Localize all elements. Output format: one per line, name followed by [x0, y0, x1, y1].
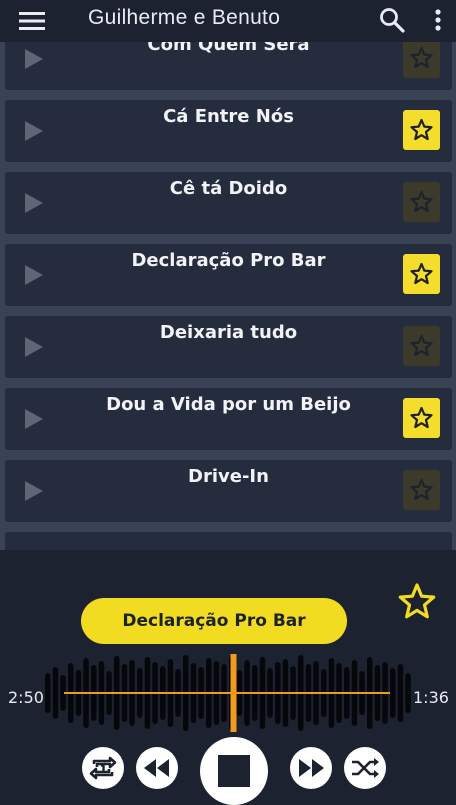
waveform-bar: [405, 673, 411, 713]
app-bar: Guilherme e Benuto: [0, 0, 456, 42]
song-row[interactable]: Deixaria tudo: [5, 316, 452, 378]
play-icon[interactable]: [25, 481, 43, 501]
favorite-toggle[interactable]: [403, 42, 440, 78]
song-row[interactable]: Dou a Vida por um Beijo: [5, 388, 452, 450]
elapsed-time: 2:50: [8, 688, 44, 707]
song-list[interactable]: Com Quem Sera Cá Entre Nós Cê tá Doido Decl…: [0, 42, 456, 550]
favorite-toggle[interactable]: [403, 110, 440, 150]
song-row[interactable]: Com Quem Sera: [5, 42, 452, 90]
stop-icon: [218, 755, 250, 787]
song-row[interactable]: Declaração Pro Bar: [5, 244, 452, 306]
favorite-toggle[interactable]: [403, 182, 440, 222]
song-title: Cá Entre Nós: [163, 106, 294, 127]
song-row[interactable]: Cê tá Doido: [5, 172, 452, 234]
waveform-bar: [45, 673, 51, 713]
play-icon[interactable]: [25, 121, 43, 141]
rewind-icon: [144, 759, 169, 777]
favorite-toggle[interactable]: [403, 470, 440, 510]
play-icon[interactable]: [25, 193, 43, 213]
song-title: Drive-In: [188, 466, 269, 487]
favorite-toggle[interactable]: [403, 254, 440, 294]
app-title: Guilherme e Benuto: [88, 6, 281, 29]
repeat-one-button[interactable]: [82, 747, 124, 789]
favorite-star-icon[interactable]: [398, 582, 436, 620]
repeat-one-icon: [89, 756, 117, 780]
play-icon[interactable]: [25, 265, 43, 285]
more-vert-icon[interactable]: [428, 6, 448, 34]
waveform-bar: [52, 667, 59, 719]
waveform-seekbar[interactable]: [44, 654, 412, 732]
star-icon: [410, 262, 433, 285]
play-icon[interactable]: [25, 337, 43, 357]
star-icon: [410, 334, 433, 357]
star-icon: [410, 46, 433, 69]
play-icon[interactable]: [25, 409, 43, 429]
star-icon: [410, 190, 433, 213]
waveform-bar: [390, 668, 396, 718]
stop-button[interactable]: [200, 737, 268, 805]
shuffle-button[interactable]: [344, 747, 386, 789]
song-title: Cê tá Doido: [169, 178, 288, 199]
seek-thumb[interactable]: [230, 654, 237, 732]
play-icon[interactable]: [25, 49, 43, 69]
star-icon: [410, 118, 433, 141]
fast-forward-icon: [299, 759, 324, 777]
song-row[interactable]: Cá Entre Nós: [5, 100, 452, 162]
remaining-time: 1:36: [413, 688, 449, 707]
star-icon: [410, 406, 433, 429]
star-icon: [410, 478, 433, 501]
song-row-partial[interactable]: [5, 532, 452, 550]
player-panel: Declaração Pro Bar 2:50 1:36: [0, 550, 456, 805]
song-title: Deixaria tudo: [159, 322, 298, 343]
favorite-toggle[interactable]: [403, 398, 440, 438]
previous-button[interactable]: [136, 747, 178, 789]
song-row[interactable]: Drive-In: [5, 460, 452, 522]
hamburger-menu-icon[interactable]: [18, 9, 46, 33]
song-title: Declaração Pro Bar: [131, 250, 326, 271]
shuffle-icon: [352, 758, 379, 778]
song-title: Dou a Vida por um Beijo: [106, 394, 351, 415]
favorite-toggle[interactable]: [403, 326, 440, 366]
waveform-bar: [397, 664, 404, 722]
search-icon[interactable]: [378, 6, 406, 34]
next-button[interactable]: [290, 747, 332, 789]
song-title: Com Quem Sera: [147, 42, 310, 55]
now-playing-title[interactable]: Declaração Pro Bar: [81, 598, 347, 644]
